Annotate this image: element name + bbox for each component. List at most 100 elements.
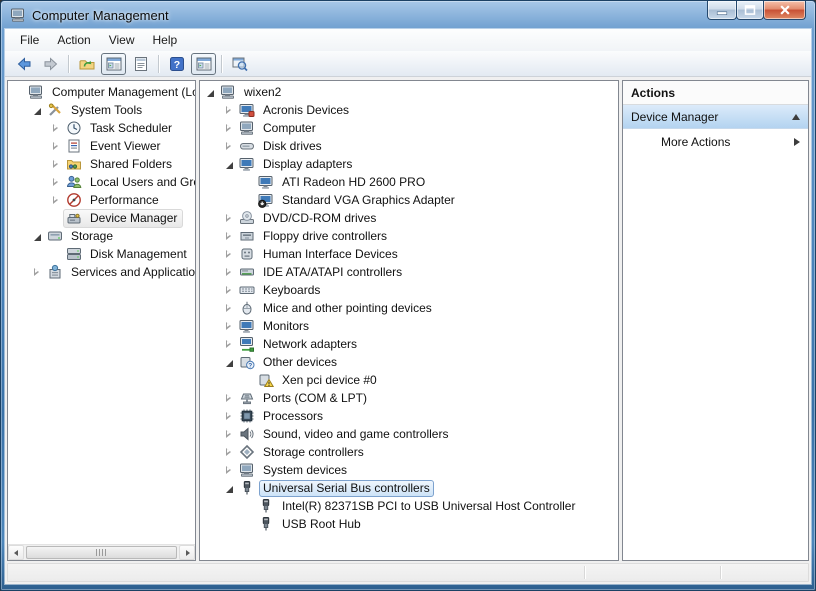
expander-collapsed-icon[interactable]: [223, 284, 236, 297]
up-one-level-button[interactable]: [74, 53, 99, 75]
tree-item[interactable]: IDE ATA/ATAPI controllers: [200, 263, 618, 281]
expander-expanded-icon[interactable]: [204, 86, 217, 99]
tree-item[interactable]: Universal Serial Bus controllers: [200, 479, 618, 497]
forward-button[interactable]: [38, 53, 63, 75]
menu-help[interactable]: Help: [144, 30, 187, 50]
sound-controller-icon: [239, 426, 256, 442]
expander-expanded-icon[interactable]: [223, 158, 236, 171]
tree-item-body: Computer: [236, 119, 322, 138]
expander-collapsed-icon[interactable]: [223, 212, 236, 225]
tree-item[interactable]: USB Root Hub: [200, 515, 618, 533]
tree-item[interactable]: Intel(R) 82371SB PCI to USB Universal Ho…: [200, 497, 618, 515]
tree-item[interactable]: Other devices: [200, 353, 618, 371]
minimize-button[interactable]: [707, 1, 737, 20]
tree-item[interactable]: Computer Management (Local: [8, 83, 195, 101]
tree-item[interactable]: Monitors: [200, 317, 618, 335]
tree-item[interactable]: System Tools: [8, 101, 195, 119]
expander-collapsed-icon[interactable]: [223, 266, 236, 279]
expander-collapsed-icon[interactable]: [223, 104, 236, 117]
scroll-right-button[interactable]: [179, 545, 195, 560]
tree-item[interactable]: Ports (COM & LPT): [200, 389, 618, 407]
more-actions-item[interactable]: More Actions: [623, 129, 808, 155]
properties-button[interactable]: [128, 53, 153, 75]
expander-collapsed-icon[interactable]: [223, 338, 236, 351]
expander-collapsed-icon[interactable]: [223, 140, 236, 153]
tree-item[interactable]: Storage: [8, 227, 195, 245]
help-icon: [168, 55, 186, 73]
submenu-arrow-icon: [794, 138, 800, 146]
tree-item[interactable]: Shared Folders: [8, 155, 195, 173]
tree-item[interactable]: Acronis Devices: [200, 101, 618, 119]
tree-item[interactable]: Storage controllers: [200, 443, 618, 461]
tree-item[interactable]: Disk Management: [8, 245, 195, 263]
tree-item[interactable]: Performance: [8, 191, 195, 209]
expander-expanded-icon[interactable]: [31, 230, 44, 243]
storage-controller-icon: [239, 444, 256, 460]
tree-item[interactable]: Sound, video and game controllers: [200, 425, 618, 443]
expander-collapsed-icon[interactable]: [223, 446, 236, 459]
back-button[interactable]: [11, 53, 36, 75]
expander-collapsed-icon[interactable]: [50, 140, 63, 153]
tree-item-label: Sound, video and game controllers: [259, 426, 452, 443]
expander-collapsed-icon[interactable]: [223, 248, 236, 261]
expander-collapsed-icon[interactable]: [223, 428, 236, 441]
tree-item[interactable]: Mice and other pointing devices: [200, 299, 618, 317]
minimize-icon: [716, 4, 728, 16]
tree-item[interactable]: Display adapters: [200, 155, 618, 173]
tree-item[interactable]: Network adapters: [200, 335, 618, 353]
content-area: Computer Management (LocalSystem ToolsTa…: [5, 77, 811, 563]
tree-item[interactable]: Device Manager: [8, 209, 195, 227]
menu-view[interactable]: View: [100, 30, 144, 50]
tree-item[interactable]: Event Viewer: [8, 137, 195, 155]
expander-collapsed-icon[interactable]: [223, 410, 236, 423]
scroll-left-button[interactable]: [8, 545, 24, 560]
actions-group-header[interactable]: Device Manager: [623, 105, 808, 129]
tree-item[interactable]: wixen2: [200, 83, 618, 101]
network-adapter-icon: [239, 336, 256, 352]
tree-item[interactable]: Human Interface Devices: [200, 245, 618, 263]
tree-item[interactable]: System devices: [200, 461, 618, 479]
tree-item[interactable]: Standard VGA Graphics Adapter: [200, 191, 618, 209]
tree-item[interactable]: Keyboards: [200, 281, 618, 299]
expander-collapsed-icon[interactable]: [223, 392, 236, 405]
expander-expanded-icon[interactable]: [223, 356, 236, 369]
tree-item-body: Monitors: [236, 317, 315, 336]
back-arrow-icon: [15, 55, 33, 73]
scan-for-hardware-changes-button[interactable]: [227, 53, 252, 75]
expander-expanded-icon[interactable]: [223, 482, 236, 495]
expander-collapsed-icon[interactable]: [223, 464, 236, 477]
expander-collapsed-icon[interactable]: [223, 320, 236, 333]
expander-collapsed-icon[interactable]: [50, 122, 63, 135]
tree-item[interactable]: ATI Radeon HD 2600 PRO: [200, 173, 618, 191]
show-console-tree-button[interactable]: [101, 53, 126, 75]
menu-action[interactable]: Action: [48, 30, 99, 50]
tree-item[interactable]: Task Scheduler: [8, 119, 195, 137]
maximize-button[interactable]: [736, 1, 764, 20]
show-action-pane-button[interactable]: [191, 53, 216, 75]
chevron-up-icon[interactable]: [792, 114, 800, 120]
expander-collapsed-icon[interactable]: [50, 194, 63, 207]
tree-item[interactable]: Computer: [200, 119, 618, 137]
scrollbar-thumb[interactable]: [26, 546, 177, 559]
expander-collapsed-icon[interactable]: [223, 302, 236, 315]
menu-file[interactable]: File: [11, 30, 48, 50]
tree-item[interactable]: Services and Applications: [8, 263, 195, 281]
expander-collapsed-icon[interactable]: [223, 122, 236, 135]
expander-collapsed-icon[interactable]: [50, 176, 63, 189]
tree-item[interactable]: Processors: [200, 407, 618, 425]
tree-item[interactable]: Local Users and Groups: [8, 173, 195, 191]
tree-item[interactable]: Floppy drive controllers: [200, 227, 618, 245]
expander-collapsed-icon[interactable]: [31, 266, 44, 279]
title-bar[interactable]: Computer Management: [1, 1, 815, 29]
help-button[interactable]: [164, 53, 189, 75]
tree-item[interactable]: Disk drives: [200, 137, 618, 155]
close-button[interactable]: [763, 1, 806, 20]
expander-collapsed-icon[interactable]: [50, 158, 63, 171]
tree-item[interactable]: DVD/CD-ROM drives: [200, 209, 618, 227]
tree-item-body: wixen2: [217, 83, 287, 102]
scrollbar-track[interactable]: [24, 545, 179, 560]
expander-expanded-icon[interactable]: [31, 104, 44, 117]
tree-item[interactable]: Xen pci device #0: [200, 371, 618, 389]
console-tree-pane: Computer Management (LocalSystem ToolsTa…: [7, 80, 196, 561]
expander-collapsed-icon[interactable]: [223, 230, 236, 243]
